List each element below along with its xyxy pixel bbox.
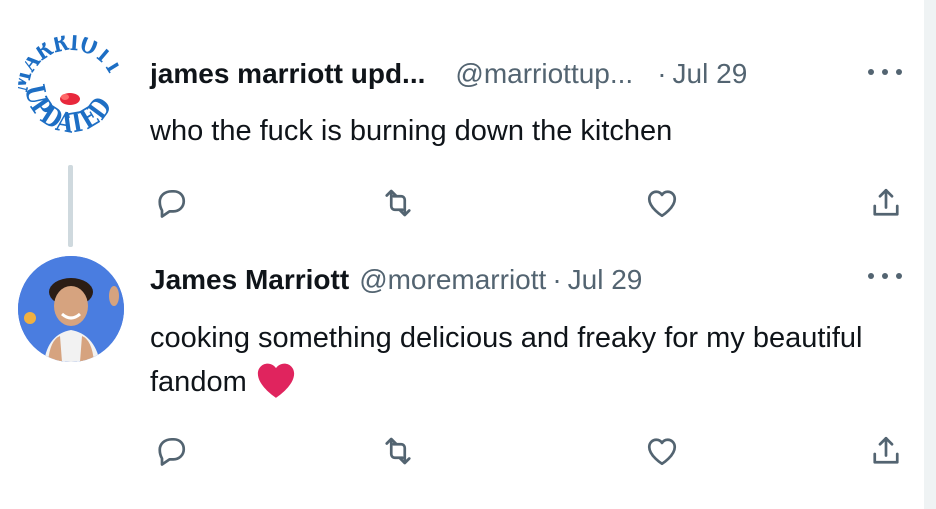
profile-photo-icon: [18, 256, 124, 362]
marriott-updated-logo-icon: MARRIOTT UPDATED: [18, 35, 124, 140]
tweet-header: james marriott upd... @marriottup... · J…: [150, 58, 747, 90]
more-icon[interactable]: [868, 62, 902, 82]
thread-connector-line: [68, 165, 73, 247]
retweet-icon: [385, 437, 411, 465]
share-icon: [873, 188, 899, 216]
like-button[interactable]: [642, 431, 682, 471]
tweet-text: who the fuck is burning down the kitchen: [150, 115, 673, 147]
like-button[interactable]: [642, 183, 682, 223]
share-button[interactable]: [866, 431, 906, 471]
separator-dot: ·: [657, 58, 667, 89]
tweet-header: James Marriott @moremarriott · Jul 29: [150, 264, 642, 296]
scrollbar[interactable]: [924, 0, 936, 509]
timestamp[interactable]: Jul 29: [568, 264, 643, 296]
reply-button[interactable]: [151, 431, 191, 471]
logo-text-bottom: UPDATED: [18, 82, 118, 140]
retweet-icon: [385, 189, 411, 217]
timestamp[interactable]: Jul 29: [673, 58, 748, 90]
user-handle[interactable]: @marriottup...: [455, 58, 633, 90]
like-icon: [647, 190, 677, 218]
tweet-text: cooking something delicious and freaky f…: [150, 316, 870, 412]
display-name[interactable]: james marriott upd...: [150, 58, 425, 90]
retweet-button[interactable]: [378, 431, 418, 471]
separator-dot: ·: [552, 264, 562, 295]
reply-icon: [158, 437, 186, 466]
reply-icon: [158, 189, 186, 218]
share-icon: [873, 436, 899, 464]
avatar[interactable]: [18, 256, 124, 362]
retweet-button[interactable]: [378, 183, 418, 223]
like-icon: [647, 438, 677, 466]
reply-button[interactable]: [151, 183, 191, 223]
avatar[interactable]: MARRIOTT UPDATED: [18, 35, 124, 141]
share-button[interactable]: [866, 183, 906, 223]
more-icon[interactable]: [868, 266, 902, 286]
red-heart-emoji-icon: [255, 361, 297, 412]
display-name[interactable]: James Marriott: [150, 264, 349, 296]
user-handle[interactable]: @moremarriott: [359, 264, 546, 296]
svg-text:UPDATED: UPDATED: [18, 82, 118, 140]
